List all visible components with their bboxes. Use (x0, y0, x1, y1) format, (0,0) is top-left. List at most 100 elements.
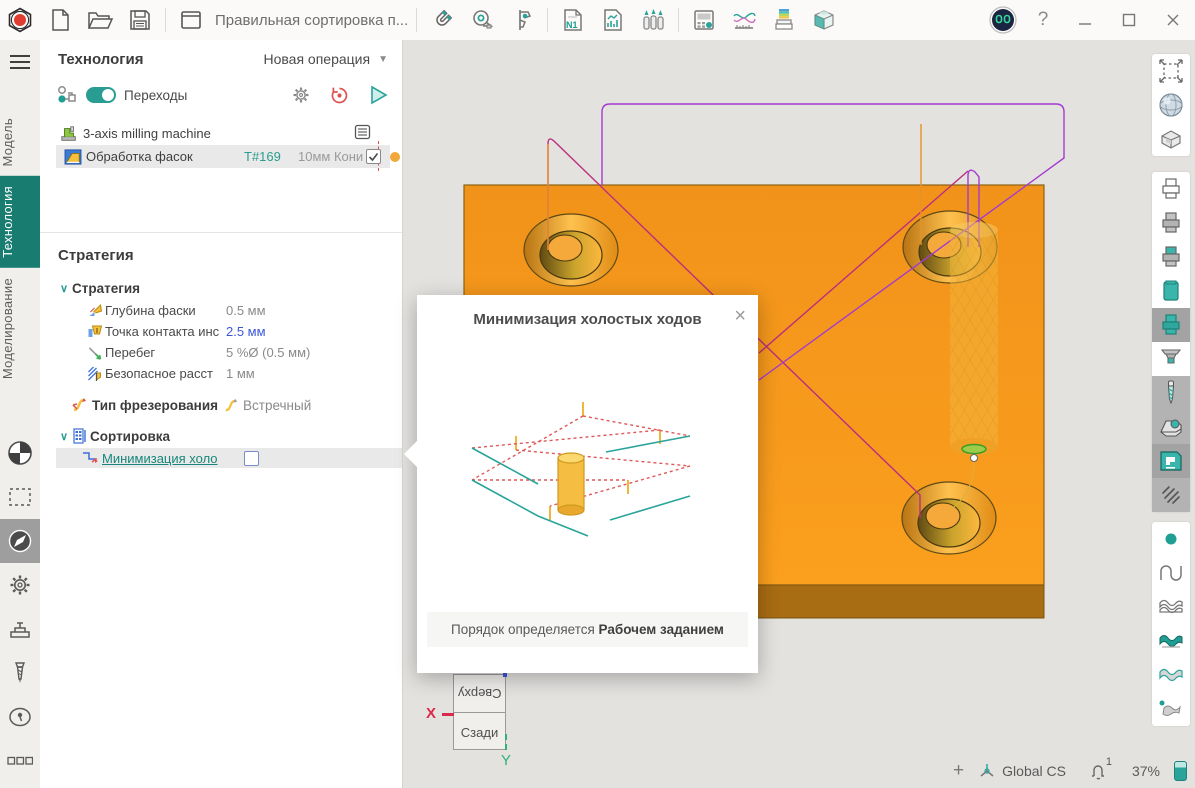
additive-printer-button[interactable] (764, 2, 804, 38)
param-chamfer-depth[interactable]: Глубина фаски 0.5 мм (40, 300, 402, 321)
tab-simulation[interactable]: Моделирование (0, 268, 40, 389)
document-tab-icon[interactable] (171, 2, 211, 38)
param-label: Перебег (105, 345, 226, 360)
notifications-button[interactable]: 1 (1088, 761, 1108, 781)
operation-name: Обработка фасок (86, 149, 193, 164)
popup-footer-text: Порядок определяется (451, 622, 595, 637)
param-contact-point[interactable]: Точка контакта инс 2.5 мм (40, 321, 402, 342)
report-chart-button[interactable] (593, 2, 633, 38)
display-options-card (1152, 522, 1190, 726)
ai-assistant-button[interactable] (983, 2, 1023, 38)
tab-model[interactable]: Модель (0, 108, 40, 176)
new-operation-dropdown[interactable]: Новая операция ▼ (264, 51, 389, 67)
operation-list-icon[interactable] (354, 124, 371, 140)
save-file-button[interactable] (120, 2, 160, 38)
add-cs-button[interactable]: + (953, 760, 964, 782)
tab-technology[interactable]: Технология (0, 176, 40, 268)
minimize-idle-moves-link[interactable]: Минимизация холо (102, 451, 218, 466)
collapse-chevron-icon[interactable]: ∨ (56, 430, 72, 443)
toolbar-separator (678, 8, 679, 32)
tool-bit-icon[interactable] (0, 651, 40, 695)
transitions-toggle[interactable] (86, 87, 116, 103)
popup-close-icon[interactable]: × (734, 305, 746, 328)
recalculate-icon[interactable] (329, 85, 350, 106)
strategy-group-row[interactable]: ∨ Стратегия (40, 276, 402, 300)
stock-gray-button[interactable] (1152, 206, 1190, 240)
toolbar-separator (165, 8, 166, 32)
hatch-section-button[interactable] (1152, 478, 1190, 512)
shaded-view-globe-button[interactable] (1152, 88, 1190, 122)
open-file-button[interactable] (80, 2, 120, 38)
fixture-part-button[interactable] (1152, 410, 1190, 444)
view-tools-card (1152, 54, 1190, 156)
workbench-icon[interactable] (0, 607, 40, 651)
quadrant-circle-icon[interactable] (0, 431, 40, 475)
caliper-button[interactable] (502, 2, 542, 38)
flag-gray-teal-button[interactable] (1152, 658, 1190, 692)
more-options-icon[interactable] (0, 739, 40, 783)
left-rail: Модель Технология Моделирование (0, 40, 40, 788)
stock-selected-button[interactable] (1152, 308, 1190, 342)
waves-button[interactable] (1152, 590, 1190, 624)
main-menu-button[interactable] (0, 44, 40, 80)
stock-box-button[interactable] (804, 2, 844, 38)
tool-contact-marker (962, 445, 986, 454)
flag-point-button[interactable] (1152, 692, 1190, 726)
compass-tool-icon[interactable] (0, 519, 40, 563)
minimize-idle-moves-icon (82, 451, 98, 465)
machining-graph-button[interactable] (724, 2, 764, 38)
measure-tape-button[interactable] (462, 2, 502, 38)
nc-program-button[interactable]: N1 (553, 2, 593, 38)
milling-type-row[interactable]: Тип фрезерования Встречный (40, 392, 402, 418)
param-safe-distance[interactable]: Безопасное расст 1 мм (40, 363, 402, 384)
minimize-idle-moves-checkbox[interactable] (244, 451, 259, 466)
contact-point-icon (86, 324, 105, 340)
stock-cone-button[interactable] (1152, 342, 1190, 376)
operation-checkbox[interactable] (366, 149, 381, 164)
coordinate-system-label: Global CS (1002, 763, 1066, 779)
view-top-face[interactable]: Сверху (454, 675, 505, 713)
operation-status-dot (390, 152, 400, 162)
countersink-hole-bottom-right (902, 482, 996, 554)
curve-button[interactable] (1152, 556, 1190, 590)
close-button[interactable] (1151, 2, 1195, 38)
magnet-snap-button[interactable] (422, 2, 462, 38)
document-title[interactable]: Правильная сортировка п... (215, 12, 411, 29)
app-logo-icon[interactable] (0, 2, 40, 38)
sorting-group-row[interactable]: ∨ Сортировка (40, 424, 402, 448)
tool-library-button[interactable] (633, 2, 673, 38)
settings-gear-icon[interactable] (0, 563, 40, 607)
view-back-face[interactable]: Сзади (454, 713, 505, 751)
sorting-icon (72, 428, 88, 444)
stock-teal-top-button[interactable] (1152, 240, 1190, 274)
topbar-right-group: ? (983, 2, 1195, 38)
iso-view-box-button[interactable] (1152, 122, 1190, 156)
operation-tree-row[interactable]: Обработка фасок T#169 10мм Конич (56, 145, 390, 168)
run-simulation-play-icon[interactable] (368, 85, 388, 105)
panel-header: Технология Новая операция ▼ (40, 40, 402, 78)
minimize-idle-moves-row[interactable]: Минимизация холо (56, 448, 402, 468)
help-button[interactable]: ? (1023, 2, 1063, 38)
maximize-button[interactable] (1107, 2, 1151, 38)
fit-view-button[interactable] (1152, 54, 1190, 88)
minimize-button[interactable] (1063, 2, 1107, 38)
coordinate-system-selector[interactable]: Global CS (978, 762, 1066, 780)
operation-settings-gear-icon[interactable] (291, 85, 311, 105)
drill-tool-button[interactable] (1152, 376, 1190, 410)
view-cube-dot (503, 673, 507, 677)
flag-teal-button[interactable] (1152, 624, 1190, 658)
point-marker-button[interactable] (1152, 522, 1190, 556)
stock-empty-button[interactable] (1152, 172, 1190, 206)
panel-title: Технология (58, 51, 143, 68)
operations-tree: 3-axis milling machine Обработка фасок T… (40, 122, 402, 168)
param-overrun[interactable]: Перебег 5 %Ø (0.5 мм) (40, 342, 402, 363)
machine-simulation-button[interactable] (1152, 444, 1190, 478)
collapse-chevron-icon[interactable]: ∨ (56, 282, 72, 295)
calculator-button[interactable] (684, 2, 724, 38)
machine-tree-row[interactable]: 3-axis milling machine (40, 122, 402, 145)
new-file-button[interactable] (40, 2, 80, 38)
stock-teal-full-button[interactable] (1152, 274, 1190, 308)
view-cube[interactable]: Сверху Сзади (453, 674, 506, 750)
gauge-icon[interactable] (0, 695, 40, 739)
selection-frame-icon[interactable] (0, 475, 40, 519)
